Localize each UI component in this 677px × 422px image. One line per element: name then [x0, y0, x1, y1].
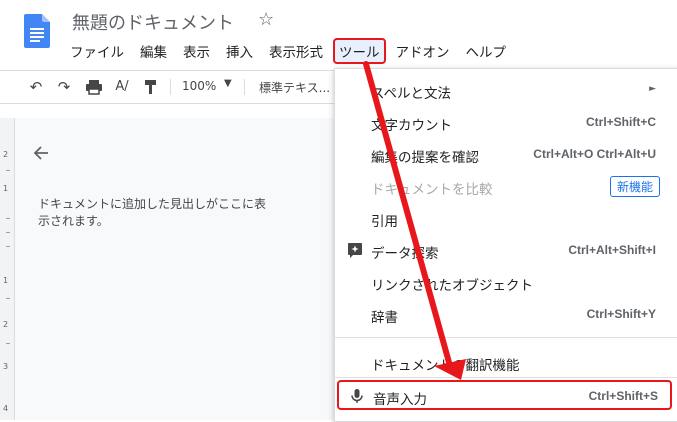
ruler-number: 1: [3, 184, 9, 193]
print-icon[interactable]: [84, 78, 104, 96]
menu-format[interactable]: 表示形式: [261, 38, 331, 64]
paint-format-icon[interactable]: [140, 78, 160, 96]
submenu-arrow-icon: ►: [649, 84, 656, 94]
shortcut-label: Ctrl+Shift+S: [588, 389, 658, 403]
menu-item-label: ドキュメントを比較: [371, 182, 493, 198]
spellcheck-icon[interactable]: A/: [112, 78, 132, 96]
menu-item-translate[interactable]: ドキュメントの翻訳機能: [335, 349, 677, 375]
shortcut-label: Ctrl+Alt+Shift+I: [568, 243, 656, 257]
menu-item-label: 引用: [371, 214, 398, 230]
menu-item-label: 編集の提案を確認: [371, 150, 479, 166]
menu-item-compare[interactable]: ドキュメントを比較 新機能: [335, 173, 677, 199]
ruler-number: 2: [3, 320, 9, 329]
explore-icon: [348, 243, 362, 258]
menu-tools[interactable]: ツール: [333, 38, 386, 64]
star-icon[interactable]: ☆: [258, 9, 274, 30]
ruler-number: 3: [3, 362, 9, 371]
shortcut-label: Ctrl+Shift+C: [585, 115, 656, 129]
redo-icon[interactable]: ↷: [54, 78, 74, 96]
menu-item-label: 文字カウント: [371, 118, 452, 134]
ruler-number: 1: [3, 276, 9, 285]
menu-item-spelling[interactable]: スペルと文法 ►: [335, 77, 677, 103]
ruler-number: 4: [3, 404, 9, 413]
menu-item-label: リンクされたオブジェクト: [371, 278, 533, 294]
menu-item-explore[interactable]: データ探索 Ctrl+Alt+Shift+I: [335, 237, 677, 263]
menu-item-label: 音声入力: [373, 392, 427, 408]
tools-menu: スペルと文法 ► 文字カウント Ctrl+Shift+C 編集の提案を確認 Ct…: [334, 68, 677, 422]
zoom-select[interactable]: 100%: [182, 79, 216, 93]
paragraph-style-select[interactable]: 標準テキス...: [259, 79, 330, 96]
back-arrow-icon[interactable]: [32, 143, 52, 163]
menu-separator: [335, 377, 677, 378]
menu-file[interactable]: ファイル: [62, 38, 132, 64]
undo-icon[interactable]: ↶: [26, 78, 46, 96]
document-title[interactable]: 無題のドキュメント: [72, 9, 234, 35]
menu-item-label: スペルと文法: [371, 86, 452, 102]
outline-empty-hint: ドキュメントに追加した見出しがここに表示されます。: [38, 197, 267, 228]
shortcut-label: Ctrl+Alt+O Ctrl+Alt+U: [533, 147, 656, 161]
zoom-caret-icon[interactable]: ▼: [224, 78, 232, 89]
ruler-number: 2: [3, 150, 9, 159]
menu-item-review-edits[interactable]: 編集の提案を確認 Ctrl+Alt+O Ctrl+Alt+U: [335, 141, 677, 167]
vertical-ruler: 2 1 1 2 3 4: [0, 118, 15, 420]
shortcut-label: Ctrl+Shift+Y: [586, 307, 656, 321]
menu-addons[interactable]: アドオン: [388, 38, 458, 64]
menu-item-label: ドキュメントの翻訳機能: [371, 358, 520, 374]
menu-insert[interactable]: 挿入: [218, 38, 261, 64]
menu-help[interactable]: ヘルプ: [458, 38, 515, 64]
menu-item-voice-typing[interactable]: 音声入力 Ctrl+Shift+S: [337, 380, 672, 410]
menu-item-word-count[interactable]: 文字カウント Ctrl+Shift+C: [335, 109, 677, 135]
docs-logo-icon[interactable]: [24, 14, 50, 48]
menu-bar: ファイル 編集 表示 挿入 表示形式 ツール アドオン ヘルプ: [62, 38, 514, 64]
menu-view[interactable]: 表示: [175, 38, 218, 64]
menu-separator: [335, 337, 677, 338]
menu-item-dictionary[interactable]: 辞書 Ctrl+Shift+Y: [335, 301, 677, 327]
menu-item-linked-objects[interactable]: リンクされたオブジェクト: [335, 269, 677, 295]
menu-item-citations[interactable]: 引用: [335, 205, 677, 231]
menu-edit[interactable]: 編集: [132, 38, 175, 64]
microphone-icon: [351, 389, 363, 403]
menu-item-label: 辞書: [371, 310, 398, 326]
menu-item-label: データ探索: [371, 246, 439, 262]
new-feature-badge: 新機能: [609, 176, 660, 197]
